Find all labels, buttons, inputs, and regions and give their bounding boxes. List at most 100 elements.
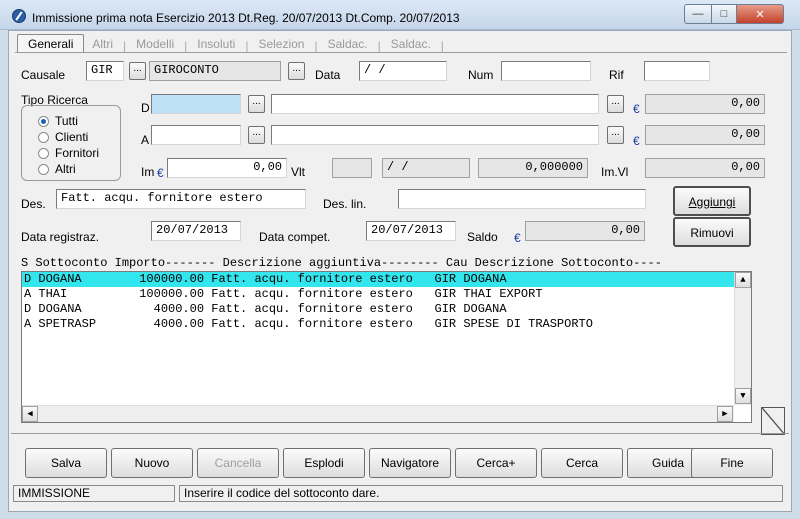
avere-label: A [141,133,150,147]
saldo-label: Saldo [467,230,498,244]
movements-list[interactable]: D DOGANA 100000.00 Fatt. acqu. fornitore… [21,271,752,423]
avere-amount-field: 0,00 [645,125,765,145]
avere-account-field[interactable] [151,125,241,145]
radio-unchecked-icon [38,147,49,159]
importo-valuta-field: 0,00 [645,158,765,178]
row-cell-importo: 100000.00 [110,287,205,301]
table-row[interactable]: D DOGANA 4000.00 Fatt. acqu. fornitore e… [22,302,751,317]
row-cell-descrizione: Fatt. acqu. fornitore estero [211,302,435,316]
tab-selezion[interactable]: Selezion [250,35,312,53]
tab-modelli[interactable]: Modelli [128,35,182,53]
descrizione-lin-field[interactable] [398,189,646,209]
descrizione-label: Des. [21,197,46,211]
scroll-down-icon[interactable]: ▼ [735,388,751,404]
list-header: S Sottoconto Importo------- Descrizione … [21,256,662,270]
tab-separator: | [314,39,318,53]
minimize-button[interactable]: — [684,4,712,24]
window-client: Generali Altri | Modelli | Insoluti | Se… [8,30,792,512]
num-label: Num [468,68,494,82]
causale-desc-lookup-button[interactable]: ... [288,62,305,80]
causale-label: Causale [21,68,66,82]
salva-button[interactable]: Salva [25,448,107,478]
num-field[interactable] [501,61,591,81]
causale-code-field[interactable]: GIR [86,61,124,81]
vertical-scrollbar[interactable]: ▲ ▼ [734,272,751,405]
aggiungi-label: Aggiungi [688,195,736,209]
row-cell-desc-sottoconto: DOGANA [463,272,507,286]
esplodi-button[interactable]: Esplodi [283,448,365,478]
tab-saldac-1[interactable]: Saldac. [320,35,376,53]
nuovo-button[interactable]: Nuovo [111,448,193,478]
rimuovi-button[interactable]: Rimuovi [673,217,751,247]
importo-field[interactable]: 0,00 [167,158,287,178]
radio-checked-icon [38,115,49,127]
dare-account-field[interactable] [151,94,241,114]
table-row[interactable]: A THAI 100000.00 Fatt. acqu. fornitore e… [22,287,751,302]
dare-desc-lookup-button[interactable]: ... [607,95,624,113]
scroll-left-icon[interactable]: ◀ [22,406,38,422]
title-bar[interactable]: Immissione prima nota Esercizio 2013 Dt.… [0,0,800,30]
tab-strip: Generali Altri | Modelli | Insoluti | Se… [17,34,446,53]
tab-saldac-2[interactable]: Saldac. [383,35,439,53]
descrizione-field[interactable]: Fatt. acqu. fornitore estero [56,189,306,209]
navigatore-button[interactable]: Navigatore [369,448,451,478]
row-cell-sottoconto: SPETRASP [38,317,111,331]
valuta-label: Vlt [291,165,306,179]
data-competenza-field[interactable]: 20/07/2013 [366,221,456,241]
row-cell-s: A [24,287,39,301]
aggiungi-button[interactable]: Aggiungi [673,186,751,216]
row-cell-desc-sottoconto: DOGANA [463,302,507,316]
scroll-up-icon[interactable]: ▲ [735,272,751,288]
table-row[interactable]: D DOGANA 100000.00 Fatt. acqu. fornitore… [22,272,751,287]
close-button[interactable]: ✕ [736,4,784,24]
data-field[interactable]: / / [359,61,447,81]
tab-separator: | [440,39,444,53]
tab-generali[interactable]: Generali [17,34,85,53]
maximize-button[interactable]: □ [711,4,737,24]
causale-lookup-button[interactable]: ... [129,62,146,80]
scroll-right-icon[interactable]: ▶ [717,406,733,422]
radio-clienti[interactable]: Clienti [38,130,88,144]
row-cell-s: D [24,302,39,316]
radio-unchecked-icon [38,131,49,143]
tab-insoluti[interactable]: Insoluti [189,35,243,53]
radio-tutti[interactable]: Tutti [38,114,78,128]
row-cell-cau: GIR [434,317,464,331]
dare-description-field[interactable] [271,94,599,114]
radio-altri[interactable]: Altri [38,162,76,176]
tab-altri[interactable]: Altri [84,35,121,53]
fine-button[interactable]: Fine [691,448,773,478]
rif-label: Rif [609,68,624,82]
euro-icon: € [633,102,640,116]
tab-separator: | [377,39,381,53]
row-cell-descrizione: Fatt. acqu. fornitore estero [211,317,435,331]
app-icon [12,9,26,23]
saldo-field: 0,00 [525,221,645,241]
status-message: Inserire il codice del sottoconto dare. [179,485,783,502]
dare-lookup-button[interactable]: ... [248,95,265,113]
row-cell-cau: GIR [434,272,464,286]
cerca-plus-button[interactable]: Cerca+ [455,448,537,478]
row-cell-importo: 4000.00 [110,302,205,316]
row-cell-importo: 4000.00 [110,317,205,331]
row-cell-importo: 100000.00 [110,272,205,286]
rif-field[interactable] [644,61,710,81]
cerca-button[interactable]: Cerca [541,448,623,478]
window-title: Immissione prima nota Esercizio 2013 Dt.… [32,11,460,25]
data-registrazione-field[interactable]: 20/07/2013 [151,221,241,241]
horizontal-scrollbar[interactable]: ◀ ▶ [22,405,734,422]
cancella-button[interactable]: Cancella [197,448,279,478]
radio-tutti-label: Tutti [55,114,78,128]
row-cell-desc-sottoconto: THAI EXPORT [463,287,543,301]
avere-lookup-button[interactable]: ... [248,126,265,144]
row-cell-cau: GIR [434,287,464,301]
table-row[interactable]: A SPETRASP 4000.00 Fatt. acqu. fornitore… [22,317,751,332]
data-registrazione-label: Data registraz. [21,230,100,244]
avere-description-field[interactable] [271,125,599,145]
avere-desc-lookup-button[interactable]: ... [607,126,624,144]
dare-amount-field: 0,00 [645,94,765,114]
row-cell-descrizione: Fatt. acqu. fornitore estero [211,287,435,301]
radio-fornitori[interactable]: Fornitori [38,146,99,160]
list-rows: D DOGANA 100000.00 Fatt. acqu. fornitore… [22,272,751,332]
cambio-rate-field: 0,000000 [478,158,588,178]
